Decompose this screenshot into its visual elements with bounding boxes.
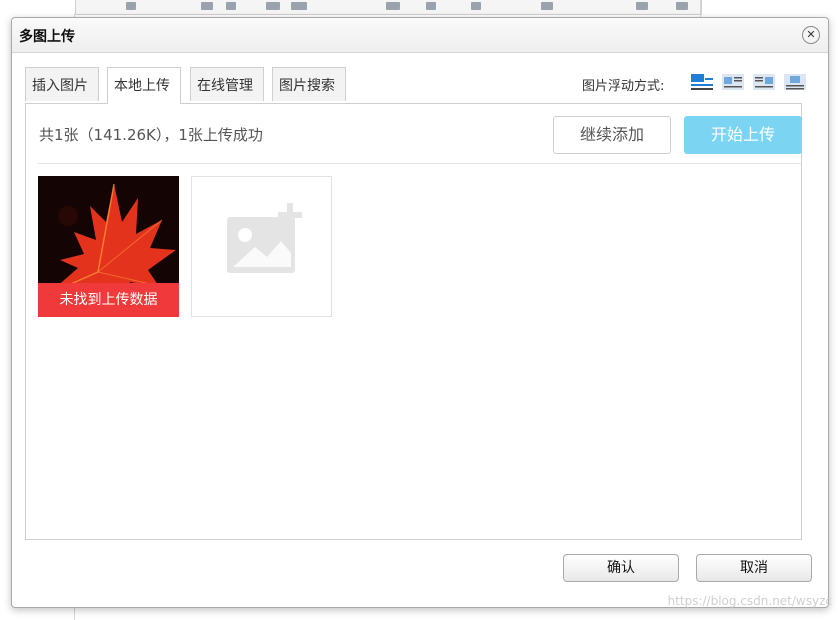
toolbar-icon [291,2,307,10]
align-center-icon[interactable] [784,72,806,92]
toolbar-icon [636,2,648,10]
dialog-titlebar[interactable]: 多图上传 ✕ [12,18,828,53]
confirm-button[interactable]: 确认 [563,554,679,582]
toolbar-icon [541,2,553,10]
align-none-icon[interactable] [691,72,713,92]
start-upload-button[interactable]: 开始上传 [684,116,802,154]
toolbar-icon [676,2,688,10]
upload-error-banner: 未找到上传数据 [38,283,179,317]
uploaded-image-thumbnail[interactable]: 未找到上传数据 [38,176,179,317]
align-right-icon[interactable] [753,72,775,92]
continue-add-button[interactable]: 继续添加 [553,116,671,154]
upload-status-text: 共1张（141.26K），1张上传成功 [39,126,263,144]
float-mode-label: 图片浮动方式: [582,79,665,94]
editor-toolbar-background [0,0,838,16]
toolbar-icon [426,2,436,10]
tab-online-manage[interactable]: 在线管理 [190,67,264,101]
multi-image-upload-dialog: 多图上传 ✕ 插入图片 本地上传 在线管理 图片搜索 图片浮动方式: 共1张（1… [11,17,829,608]
upload-panel: 共1张（141.26K），1张上传成功 继续添加 开始上传 未找到上传数据 [25,103,802,540]
watermark-text: https://blog.csdn.net/wsyzc [667,594,832,608]
toolbar-icon [471,2,481,10]
tab-image-search[interactable]: 图片搜索 [272,67,346,101]
toolbar-icon [266,2,280,10]
close-icon[interactable]: ✕ [802,26,820,44]
tab-insert-image[interactable]: 插入图片 [25,67,99,101]
add-image-icon [227,203,302,273]
dialog-title: 多图上传 [19,29,75,45]
editor-border [700,0,701,18]
toolbar-icon [226,2,236,10]
toolbar-icon [386,2,400,10]
cancel-button[interactable]: 取消 [696,554,812,582]
add-image-placeholder[interactable] [191,176,332,317]
toolbar-icon [201,2,213,10]
editor-toolbar-strip [75,0,702,15]
toolbar-icon [126,2,136,10]
tab-local-upload[interactable]: 本地上传 [107,67,181,104]
align-left-icon[interactable] [722,72,744,92]
panel-divider [38,163,801,164]
